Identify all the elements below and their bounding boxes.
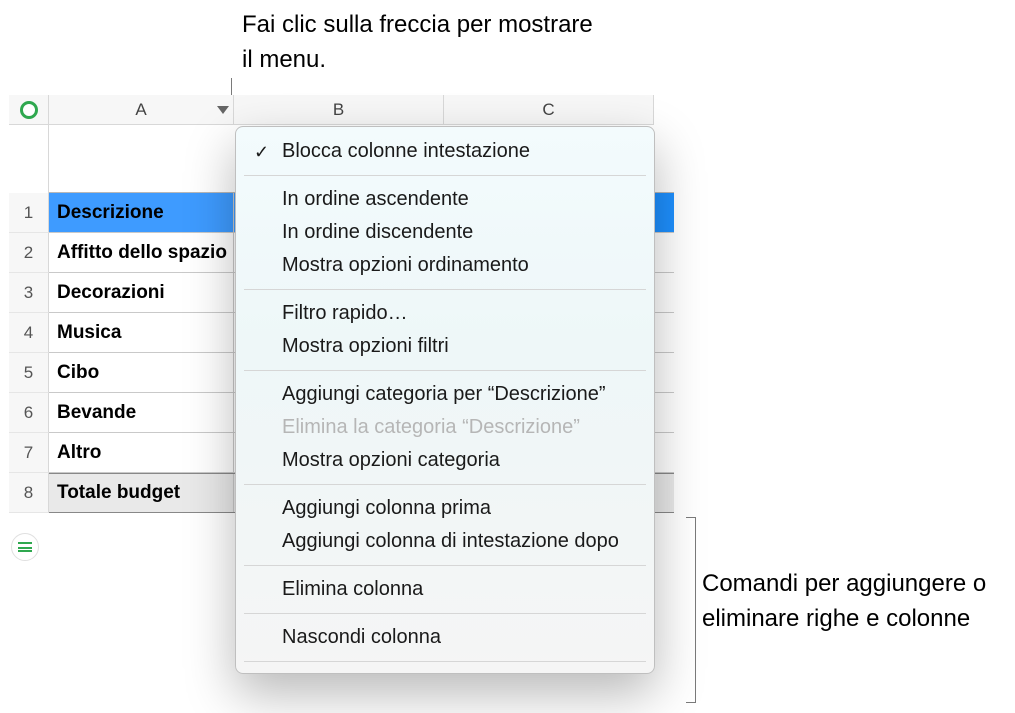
column-header-b[interactable]: B (234, 95, 444, 124)
row-header[interactable]: 2 (9, 233, 49, 273)
menu-separator (244, 613, 646, 614)
cell[interactable]: Affitto dello spazio (49, 233, 234, 272)
cell-text: Affitto dello spazio (57, 242, 227, 264)
menu-item[interactable]: Mostra opzioni filtri (236, 330, 654, 363)
cell-text: Musica (57, 322, 121, 344)
row-header[interactable]: 6 (9, 393, 49, 433)
row-header[interactable]: 7 (9, 433, 49, 473)
menu-item-label: Aggiungi colonna prima (282, 497, 491, 519)
row-header[interactable]: 3 (9, 273, 49, 313)
row-header[interactable]: 8 (9, 473, 49, 513)
cell[interactable]: Cibo (49, 353, 234, 392)
menu-item[interactable]: ✓ Blocca colonne intestazione (236, 135, 654, 168)
menu-item-label: Mostra opzioni categoria (282, 449, 500, 471)
add-row-button[interactable] (11, 533, 39, 561)
menu-item-label: Filtro rapido… (282, 302, 408, 324)
menu-separator (244, 661, 646, 662)
menu-item-label: Elimina la categoria “Descrizione” (282, 416, 580, 438)
row-number: 4 (24, 323, 33, 343)
cell[interactable]: Bevande (49, 393, 234, 432)
menu-item[interactable]: Mostra opzioni ordinamento (236, 249, 654, 282)
menu-item[interactable]: In ordine ascendente (236, 183, 654, 216)
cell-text: Decorazioni (57, 282, 165, 304)
cell[interactable]: Musica (49, 313, 234, 352)
menu-item[interactable]: Aggiungi colonna prima (236, 492, 654, 525)
row-headers: 1 2 3 4 5 6 7 8 (9, 125, 49, 561)
menu-item-label: Mostra opzioni filtri (282, 335, 449, 357)
row-header-gap (9, 125, 49, 193)
menu-separator (244, 370, 646, 371)
column-header-label: C (542, 100, 554, 120)
select-all-corner[interactable] (9, 95, 49, 125)
menu-separator (244, 484, 646, 485)
row-header[interactable]: 4 (9, 313, 49, 353)
row-number: 6 (24, 403, 33, 423)
menu-item[interactable]: Filtro rapido… (236, 297, 654, 330)
checkmark-icon: ✓ (254, 142, 269, 163)
menu-item[interactable]: Aggiungi categoria per “Descrizione” (236, 378, 654, 411)
menu-item[interactable]: Mostra opzioni categoria (236, 444, 654, 477)
callout-top: Fai clic sulla freccia per mostrare il m… (242, 8, 602, 78)
row-number: 7 (24, 443, 33, 463)
row-header[interactable]: 5 (9, 353, 49, 393)
cell[interactable]: Altro (49, 433, 234, 472)
row-number: 2 (24, 243, 33, 263)
column-headers: A B C (49, 95, 654, 125)
cell-text: Altro (57, 442, 101, 464)
column-context-menu: ✓ Blocca colonne intestazione In ordine as… (235, 126, 655, 674)
menu-item-label: Blocca colonne intestazione (282, 140, 530, 162)
menu-item-label: Mostra opzioni ordinamento (282, 254, 529, 276)
menu-item[interactable]: Aggiungi colonna di intestazione dopo (236, 525, 654, 558)
column-header-label: A (135, 100, 146, 120)
cell-text: Descrizione (57, 202, 164, 224)
column-header-a[interactable]: A (49, 95, 234, 124)
table-handle-ring-icon (20, 101, 38, 119)
menu-item[interactable]: In ordine discendente (236, 216, 654, 249)
cell[interactable]: Totale budget (49, 474, 234, 512)
row-number: 5 (24, 363, 33, 383)
menu-separator (244, 175, 646, 176)
cell-text: Totale budget (57, 482, 180, 504)
menu-separator (244, 289, 646, 290)
cell-text: Cibo (57, 362, 99, 384)
callout-right: Comandi per aggiungere o eliminare righe… (702, 567, 1012, 637)
menu-item: Elimina la categoria “Descrizione” (236, 411, 654, 444)
cell[interactable]: Decorazioni (49, 273, 234, 312)
menu-item[interactable]: Nascondi colonna (236, 621, 654, 654)
column-header-c[interactable]: C (444, 95, 654, 124)
menu-item-label: In ordine ascendente (282, 188, 469, 210)
row-number: 1 (24, 203, 33, 223)
row-number: 8 (24, 483, 33, 503)
row-header[interactable]: 1 (9, 193, 49, 233)
chevron-down-icon[interactable] (217, 106, 229, 114)
menu-item-label: Elimina colonna (282, 578, 423, 600)
row-number: 3 (24, 283, 33, 303)
rows-icon (18, 542, 32, 552)
cell[interactable]: Descrizione (49, 193, 234, 232)
callout-bracket (686, 517, 696, 703)
column-header-label: B (333, 100, 344, 120)
menu-item-label: Nascondi colonna (282, 626, 441, 648)
cell-text: Bevande (57, 402, 136, 424)
menu-item-label: Aggiungi colonna di intestazione dopo (282, 530, 619, 552)
menu-item-label: Aggiungi categoria per “Descrizione” (282, 383, 606, 405)
menu-item[interactable]: Elimina colonna (236, 573, 654, 606)
menu-item-label: In ordine discendente (282, 221, 473, 243)
menu-separator (244, 565, 646, 566)
